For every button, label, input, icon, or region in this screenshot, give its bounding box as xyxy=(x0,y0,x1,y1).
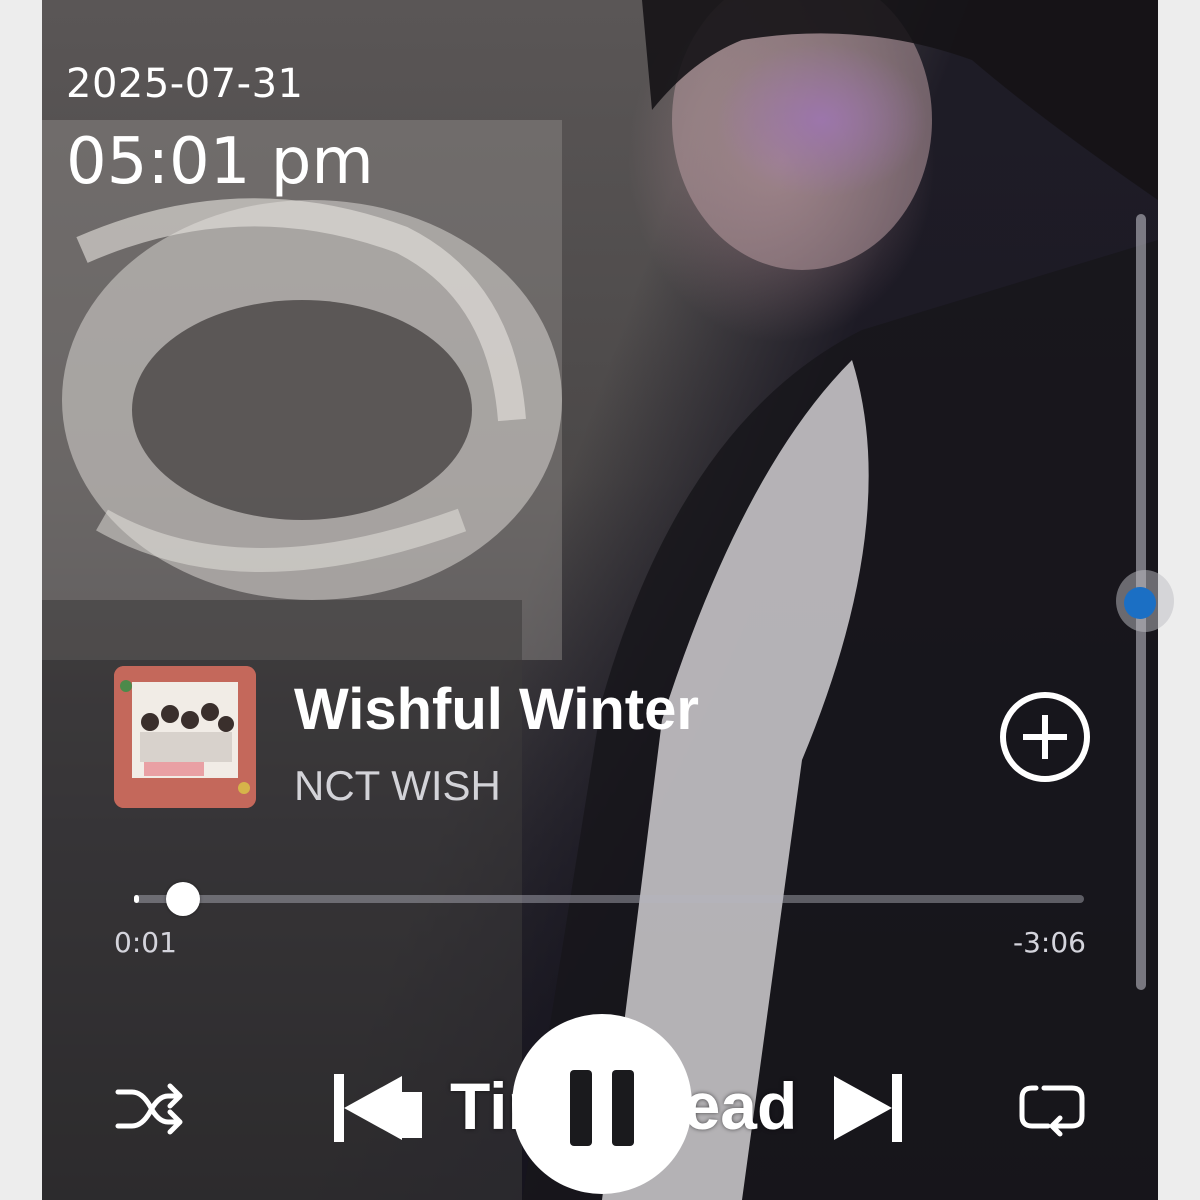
pause-icon-bar-left xyxy=(570,1070,592,1146)
artist-name[interactable]: NCT WISH xyxy=(294,762,501,810)
music-player: 2025-07-31 05:01 pm Wishful Winter NCT W… xyxy=(42,0,1158,1200)
skip-previous-icon xyxy=(334,1074,422,1142)
album-cover-thumbnail[interactable] xyxy=(114,666,256,808)
shuffle-button[interactable] xyxy=(112,1076,188,1142)
next-track-button[interactable] xyxy=(808,1070,908,1146)
screenshot: 2025-07-31 05:01 pm Wishful Winter NCT W… xyxy=(0,0,1200,1200)
elapsed-time: 0:01 xyxy=(114,926,177,959)
album-cover-image xyxy=(114,666,256,808)
remaining-time: -3:06 xyxy=(1013,926,1086,959)
pause-button[interactable] xyxy=(512,1014,692,1194)
song-title: Wishful Winter xyxy=(294,677,699,742)
time-label: 05:01 pm xyxy=(66,125,374,199)
previous-track-button[interactable] xyxy=(328,1070,428,1146)
add-to-library-button[interactable] xyxy=(1000,692,1090,782)
volume-slider-thumb[interactable] xyxy=(1124,587,1156,619)
date-time-display: 2025-07-31 05:01 pm xyxy=(66,64,374,194)
progress-track[interactable] xyxy=(134,895,1084,903)
left-margin xyxy=(0,0,42,1200)
shuffle-icon xyxy=(115,1083,183,1135)
repeat-icon xyxy=(1019,1085,1085,1137)
skip-next-icon xyxy=(834,1074,902,1142)
progress-fill xyxy=(134,895,139,903)
repeat-button[interactable] xyxy=(1014,1074,1090,1144)
progress-scrubber[interactable] xyxy=(165,882,200,916)
date-label: 2025-07-31 xyxy=(66,61,304,107)
pause-icon-bar-right xyxy=(612,1070,634,1146)
